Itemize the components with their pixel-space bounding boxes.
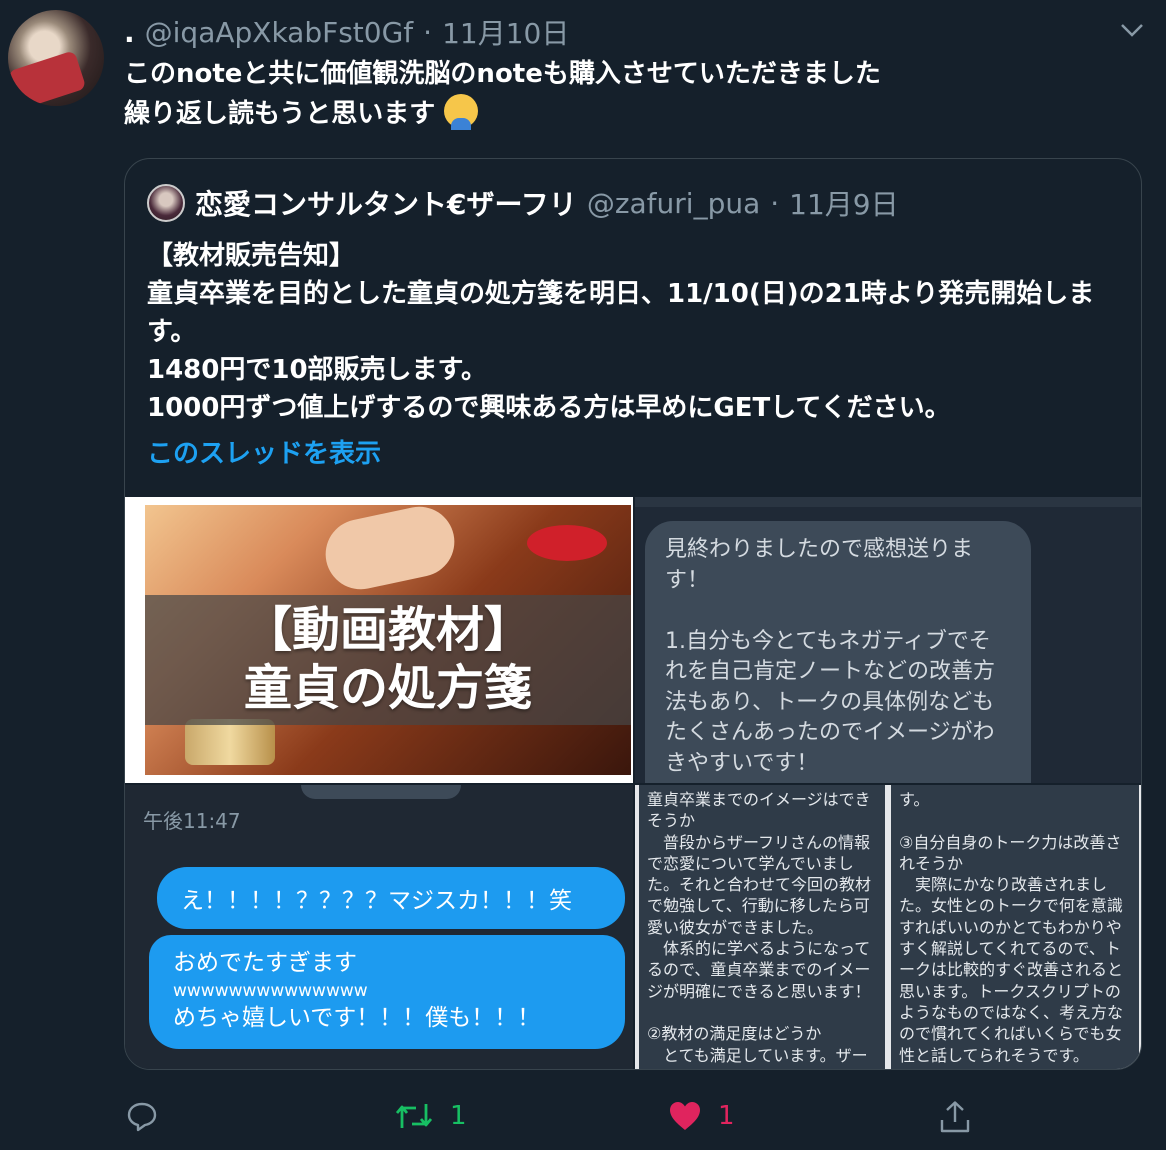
header-separator: · (423, 15, 433, 49)
show-thread-link[interactable]: このスレッドを表示 (147, 433, 381, 470)
tweet-header: . @iqaApXkabFst0Gf · 11月10日 (124, 12, 569, 52)
banner-photo: 【動画教材】 童貞の処方箋 (145, 500, 631, 775)
author-avatar[interactable] (8, 10, 104, 106)
tweet-line-2: 繰り返し読もうと思います (124, 99, 436, 129)
chat-message-line: wwwwwwwwwwwwww (173, 981, 368, 1001)
action-bar: 1 1 (0, 1090, 1166, 1150)
chat-message-line: おめでたすぎます (173, 950, 357, 976)
quoted-line: 1480円で10部販売します。 (147, 355, 487, 385)
chevron-down-icon[interactable] (1120, 20, 1144, 40)
media-grid: 【動画教材】 童貞の処方箋 見終わりましたので感想送ります！ 1.自分も今とても… (125, 497, 1141, 1069)
review-message-bubble: 見終わりましたので感想送ります！ 1.自分も今とてもネガティブでそれを自己肯定ノ… (645, 521, 1031, 783)
media-image-1[interactable]: 【動画教材】 童貞の処方箋 (125, 497, 633, 783)
author-handle[interactable]: @iqaApXkabFst0Gf (145, 16, 414, 49)
media-image-3[interactable]: 午後11:47 え！！！！？？？？マジスカ！！！笑 おめでたすぎます wwwww… (125, 785, 633, 1069)
like-count: 1 (718, 1101, 735, 1131)
quoted-author-handle: @zafuri_pua (586, 186, 761, 220)
quoted-tweet[interactable]: 恋愛コンサルタント€ザーフリ @zafuri_pua · 11月9日 【教材販売… (124, 158, 1142, 1070)
banner-title: 【動画教材】 童貞の処方箋 (243, 602, 532, 716)
quoted-tweet-text: 【教材販売告知】 童貞卒業を目的とした童貞の処方箋を明日、11/10(日)の21… (147, 237, 1137, 427)
reply-icon (127, 1102, 157, 1132)
chat-timestamp: 午後11:47 (143, 809, 241, 833)
quoted-line: 【教材販売告知】 (147, 241, 356, 271)
share-icon (940, 1101, 970, 1133)
retweet-button[interactable]: 1 (394, 1100, 467, 1132)
tweet-line-1: このnoteと共に価値観洗脳のnoteも購入させていただきました (124, 59, 881, 89)
quoted-separator: · (770, 186, 780, 220)
tweet-date[interactable]: 11月10日 (442, 12, 569, 52)
retweet-icon (395, 1104, 433, 1128)
quoted-tweet-header: 恋愛コンサルタント€ザーフリ @zafuri_pua · 11月9日 (147, 183, 899, 223)
chat-message-bubble: おめでたすぎます wwwwwwwwwwwwww めちゃ嬉しいです！！！僕も！！！ (149, 935, 625, 1049)
retweet-count: 1 (450, 1101, 467, 1131)
media-image-2[interactable]: 見終わりましたので感想送ります！ 1.自分も今とてもネガティブでそれを自己肯定ノ… (635, 497, 1141, 783)
heart-icon (670, 1102, 700, 1130)
share-button[interactable] (938, 1100, 972, 1134)
author-name[interactable]: . (124, 16, 135, 49)
review-note-right: す。 ③自分自身のトーク力は改善されそうか 実際にかなり改善されました。女性との… (891, 785, 1139, 1069)
quoted-date: 11月9日 (789, 188, 899, 221)
media-image-4[interactable]: 童貞卒業までのイメージはできそうか 普段からザーフリさんの情報で恋愛について学ん… (635, 785, 1141, 1069)
quoted-author-name: 恋愛コンサルタント€ザーフリ (195, 188, 577, 221)
chat-message-bubble: え！！！！？？？？マジスカ！！！笑 (157, 867, 625, 929)
quoted-line: 1000円ずつ値上げするので興味ある方は早めにGETしてください。 (147, 393, 951, 423)
like-button[interactable]: 1 (668, 1100, 735, 1132)
chat-message-line: めちゃ嬉しいです！！！僕も！！！ (173, 1005, 541, 1031)
person-bowing-emoji-icon (444, 94, 479, 130)
review-note-left: 童貞卒業までのイメージはできそうか 普段からザーフリさんの情報で恋愛について学ん… (639, 785, 885, 1069)
tweet-text: このnoteと共に価値観洗脳のnoteも購入させていただきました 繰り返し読もう… (124, 54, 1124, 134)
quoted-line: 童貞卒業を目的とした童貞の処方箋を明日、11/10(日)の21時より発売開始しま… (147, 279, 1095, 347)
reply-button[interactable] (126, 1100, 158, 1132)
quoted-author-avatar (147, 184, 185, 222)
